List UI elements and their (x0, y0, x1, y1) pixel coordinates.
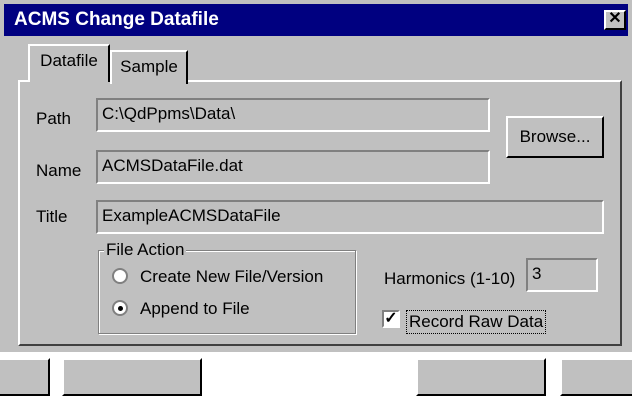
underlying-button-strip (0, 352, 632, 402)
file-action-group (98, 250, 356, 334)
create-new-radio[interactable] (112, 268, 128, 284)
cropped-button-center-left[interactable] (62, 358, 202, 396)
dialog-window: ACMS Change Datafile ✕ Datafile Sample P… (0, 0, 632, 352)
path-label: Path (36, 109, 71, 128)
cropped-button-left[interactable] (0, 358, 50, 396)
title-field[interactable]: ExampleACMSDataFile (96, 200, 604, 234)
record-raw-label[interactable]: Record Raw Data (406, 310, 547, 334)
append-radio[interactable] (112, 300, 128, 316)
file-action-title: File Action (104, 240, 187, 260)
radio-selected-dot (118, 306, 123, 311)
harmonics-label: Harmonics (1-10) (384, 269, 516, 288)
append-label[interactable]: Append to File (140, 298, 250, 320)
check-icon: ✓ (384, 310, 398, 327)
title-label: Title (36, 207, 68, 226)
tab-sample[interactable]: Sample (110, 50, 188, 84)
name-field[interactable]: ACMSDataFile.dat (96, 150, 490, 184)
path-field[interactable]: C:\QdPpms\Data\ (96, 98, 490, 132)
record-raw-checkbox[interactable]: ✓ (382, 310, 400, 328)
cropped-button-right[interactable] (560, 358, 632, 396)
cropped-button-center-right[interactable] (416, 358, 546, 396)
create-new-label[interactable]: Create New File/Version (140, 266, 323, 288)
window-title: ACMS Change Datafile (14, 9, 219, 30)
title-bar[interactable]: ACMS Change Datafile ✕ (4, 4, 628, 36)
harmonics-field[interactable]: 3 (526, 258, 598, 292)
tab-datafile[interactable]: Datafile (28, 44, 110, 82)
name-label: Name (36, 161, 82, 180)
close-icon: ✕ (608, 10, 622, 27)
browse-button[interactable]: Browse... (506, 116, 604, 158)
close-button[interactable]: ✕ (604, 10, 626, 30)
